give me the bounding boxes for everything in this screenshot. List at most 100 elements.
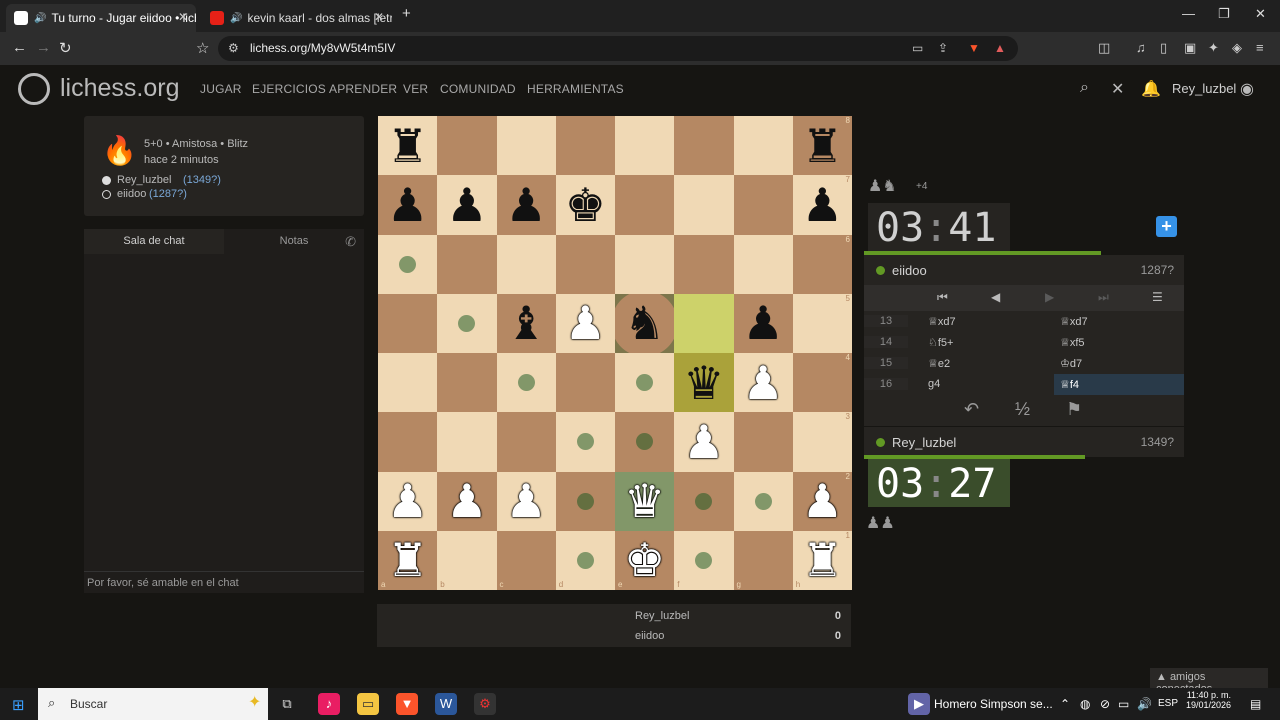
media-player-icon[interactable]: ▶ <box>908 693 930 715</box>
next-move-button[interactable]: ▶ <box>1045 290 1054 304</box>
square-h2[interactable]: ♟ 2 <box>792 471 852 531</box>
square-f2[interactable] <box>674 471 734 531</box>
resign-flag-button[interactable]: ⚑ <box>1066 399 1082 420</box>
square-a2[interactable]: ♟ <box>378 471 438 531</box>
square-g1[interactable]: g <box>733 530 793 590</box>
install-app-icon[interactable]: ▭ <box>912 41 923 55</box>
word-icon[interactable]: W <box>435 693 457 715</box>
square-b6[interactable] <box>437 234 497 294</box>
opponent-name[interactable]: eiidoo <box>892 263 927 278</box>
square-f5[interactable] <box>674 293 734 353</box>
maximize-button[interactable]: ❐ <box>1218 6 1230 22</box>
white-piece[interactable]: ♛ <box>624 478 665 524</box>
square-d2[interactable] <box>555 471 615 531</box>
browser-tab-lichess[interactable]: 🔊 Tu turno - Jugar eiidoo • lich ✕ <box>6 4 196 32</box>
white-piece[interactable]: ♚ <box>624 537 665 583</box>
square-c6[interactable] <box>496 234 556 294</box>
black-piece[interactable]: ♟ <box>446 182 487 228</box>
legal-move-dot[interactable] <box>399 255 417 273</box>
legal-move-dot[interactable] <box>517 374 535 392</box>
browser-tab-youtube[interactable]: 🔊 kevin kaarl - dos almas [letra] - Yo ✕ <box>202 4 392 32</box>
taskbar-search[interactable]: ⌕ Buscar ✦ <box>38 688 268 720</box>
vpn-icon[interactable]: ◈ <box>1232 40 1242 56</box>
square-f8[interactable] <box>674 116 734 176</box>
square-a8[interactable]: ♜ <box>378 116 438 176</box>
square-b7[interactable]: ♟ <box>437 175 497 235</box>
leo-icon[interactable]: ✦ <box>1208 40 1219 56</box>
square-a5[interactable] <box>378 293 438 353</box>
url-bar[interactable]: ⚙ lichess.org/My8vW5t4m5IV ▭ ⇪ ▼ ▲ <box>218 36 1018 61</box>
legal-move-dot[interactable] <box>458 314 476 332</box>
close-tab-icon[interactable]: ✕ <box>374 10 384 24</box>
square-c5[interactable]: ♝ <box>496 293 556 353</box>
black-move[interactable]: ♕xf5 <box>1054 332 1184 353</box>
white-piece[interactable]: ♜ <box>802 537 843 583</box>
black-piece[interactable]: ♟ <box>802 182 843 228</box>
white-piece[interactable]: ♜ <box>387 537 428 583</box>
new-tab-button[interactable]: + <box>402 5 411 22</box>
black-move[interactable]: ♔d7 <box>1054 353 1184 374</box>
square-h4[interactable]: 4 <box>792 353 852 413</box>
square-a6[interactable] <box>378 234 438 294</box>
square-e6[interactable] <box>615 234 675 294</box>
square-f1[interactable]: f <box>674 530 734 590</box>
black-piece[interactable]: ♜ <box>802 123 843 169</box>
friends-online-button[interactable]: ▲ amigos conectados <box>1150 668 1268 695</box>
square-g6[interactable] <box>733 234 793 294</box>
brave-rewards-icon[interactable]: ▲ <box>994 41 1006 55</box>
square-b2[interactable]: ♟ <box>437 471 497 531</box>
square-c7[interactable]: ♟ <box>496 175 556 235</box>
media-icon[interactable]: ♫ <box>1136 40 1146 55</box>
square-g5[interactable]: ♟ <box>733 293 793 353</box>
square-e2[interactable]: ♛ <box>615 471 675 531</box>
square-f3[interactable]: ♟ <box>674 412 734 472</box>
tray-network-off-icon[interactable]: ⊘ <box>1100 697 1110 711</box>
lichess-logo-icon[interactable] <box>18 73 50 105</box>
square-e7[interactable] <box>615 175 675 235</box>
square-d6[interactable] <box>555 234 615 294</box>
bell-icon[interactable]: 🔔 <box>1141 79 1161 99</box>
extension-icon[interactable]: ◫ <box>1098 40 1110 56</box>
square-a3[interactable] <box>378 412 438 472</box>
offer-draw-button[interactable]: ½ <box>1015 399 1030 420</box>
chess-board[interactable]: ♜ ♜ 8 ♟ ♟ ♟ ♚ ♟ 7 6 ♝ ♟ ♞ ♟ 5 ♛ ♟ 4 ♟ 3 ♟ ♟ ♟ ♛ ♟ 2 ♜ a b c d ♚ e f g ♜ 1 h <box>378 116 852 590</box>
square-c4[interactable] <box>496 353 556 413</box>
nav-herramientas[interactable]: HERRAMIENTAS <box>527 82 624 96</box>
player-name[interactable]: Rey_luzbel <box>892 435 956 450</box>
sidebar-icon[interactable]: ▯ <box>1160 40 1167 56</box>
square-h3[interactable]: 3 <box>792 412 852 472</box>
legal-move-dot[interactable] <box>576 551 594 569</box>
takeback-button[interactable]: ↶ <box>964 399 979 420</box>
add-time-button[interactable]: + <box>1156 216 1177 237</box>
tray-volume-icon[interactable]: 🔊 <box>1137 697 1152 711</box>
white-piece[interactable]: ♟ <box>683 419 724 465</box>
legal-move-dot[interactable] <box>636 374 654 392</box>
white-piece[interactable]: ♟ <box>446 478 487 524</box>
black-piece[interactable]: ♟ <box>387 182 428 228</box>
legal-move-dot[interactable] <box>695 551 713 569</box>
tray-clock[interactable]: 11:40 p. m. 19/01/2026 <box>1186 690 1231 710</box>
square-a4[interactable] <box>378 353 438 413</box>
menu-icon[interactable]: ≡ <box>1256 40 1264 55</box>
square-a7[interactable]: ♟ <box>378 175 438 235</box>
square-e1[interactable]: ♚ e <box>615 530 675 590</box>
forward-icon[interactable]: → <box>36 39 51 56</box>
square-b3[interactable] <box>437 412 497 472</box>
wallet-icon[interactable]: ▣ <box>1184 40 1196 56</box>
square-b4[interactable] <box>437 353 497 413</box>
reload-icon[interactable]: ↻ <box>59 39 72 57</box>
site-info-icon[interactable]: ⚙ <box>228 41 239 55</box>
media-title[interactable]: Homero Simpson se... <box>934 697 1053 711</box>
square-e4[interactable] <box>615 353 675 413</box>
square-f6[interactable] <box>674 234 734 294</box>
legal-move-dot[interactable] <box>754 492 772 510</box>
file-explorer-icon[interactable]: ▭ <box>357 693 379 715</box>
white-piece[interactable]: ♟ <box>387 478 428 524</box>
square-d8[interactable] <box>555 116 615 176</box>
square-g2[interactable] <box>733 471 793 531</box>
tray-app-icon[interactable]: ◍ <box>1080 697 1090 711</box>
square-d7[interactable]: ♚ <box>555 175 615 235</box>
legal-move-dot[interactable] <box>576 492 594 510</box>
settings-app-icon[interactable]: ⚙ <box>474 693 496 715</box>
search-icon[interactable]: ⌕ <box>1080 79 1089 97</box>
